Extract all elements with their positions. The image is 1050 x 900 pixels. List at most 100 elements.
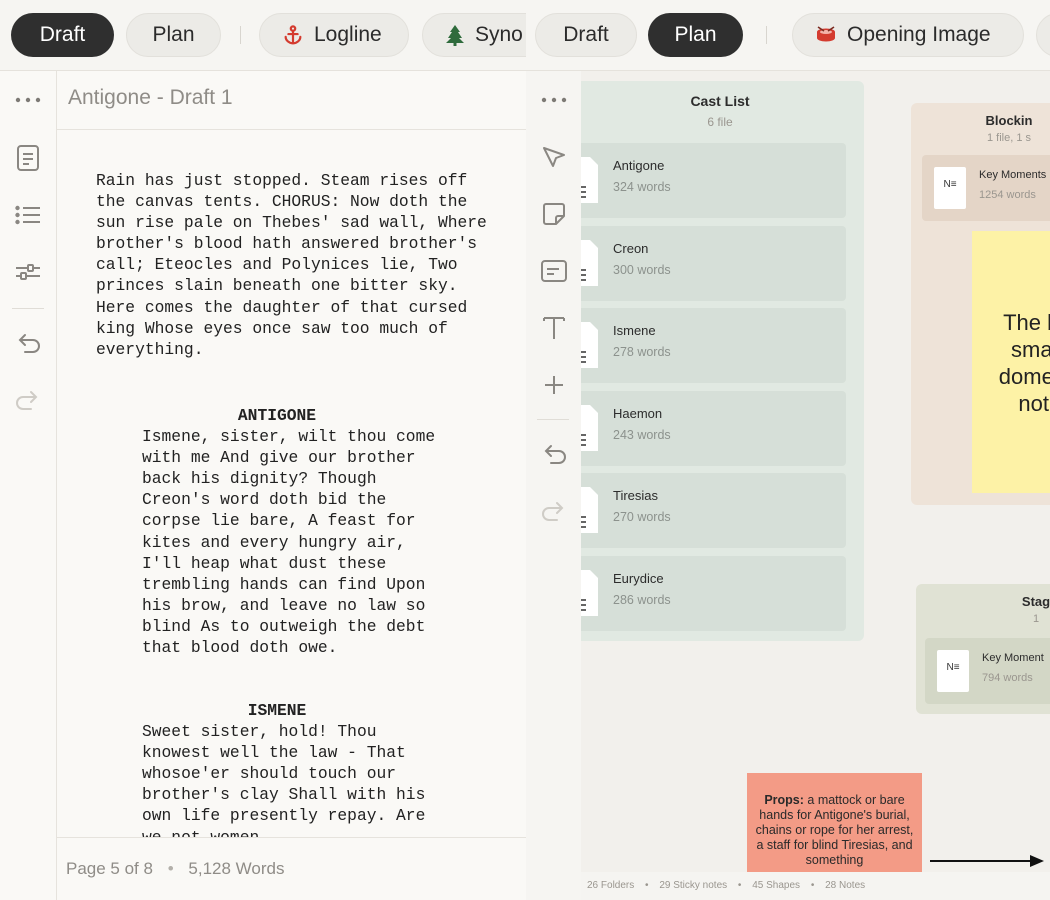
dialogue-text: Ismene, sister, wilt thou come with me A…	[142, 427, 436, 658]
tab-separator	[240, 26, 241, 44]
draft-sidebar	[0, 71, 57, 900]
tab-synopsis[interactable]: Syno	[422, 13, 526, 57]
tab-plan-label: Plan	[674, 23, 717, 46]
list-icon[interactable]	[0, 195, 56, 235]
sticky-count: 29 Sticky notes	[659, 880, 728, 891]
sidebar-divider	[12, 308, 44, 309]
folder-staging[interactable]: Stag 1 N≡ Key Moment 794 words	[916, 584, 1050, 714]
drum-icon	[815, 26, 837, 44]
more-icon[interactable]	[0, 80, 56, 120]
file-card[interactable]: Ismene 278 words	[581, 308, 846, 383]
redo-icon[interactable]	[0, 381, 56, 421]
folder-cast-list[interactable]: Cast List 6 file Antigone 324 words Creo…	[581, 81, 864, 641]
file-card[interactable]: Antigone 324 words	[581, 143, 846, 218]
tab-separator	[766, 26, 767, 44]
sticky-line: The burial	[1003, 310, 1050, 335]
file-word-count: 300 words	[613, 263, 671, 277]
folder-file-count: 1 file, 1 s	[986, 132, 1032, 144]
canvas-status-bar: 26 Folders • 29 Sticky notes • 45 Shapes…	[581, 872, 1050, 900]
tab-draft[interactable]: Draft	[11, 13, 114, 57]
file-card[interactable]: Tiresias 270 words	[581, 473, 846, 548]
dialogue-block[interactable]: ANTIGONE Ismene, sister, wilt thou come …	[142, 405, 442, 658]
tab-synopsis-label: Syno	[475, 23, 523, 46]
document-icon	[581, 405, 598, 456]
file-card[interactable]: Haemon 243 words	[581, 391, 846, 466]
tab-logline[interactable]: Logline	[259, 13, 409, 57]
file-card[interactable]: N≡ Key Moment 794 words	[925, 638, 1050, 704]
document-title[interactable]: Antigone - Draft 1	[68, 86, 233, 110]
dialogue-block[interactable]: ISMENE Sweet sister, hold! Thou knowest …	[142, 700, 442, 838]
file-card[interactable]: Eurydice 286 words	[581, 556, 846, 631]
file-name: Key Moment	[982, 652, 1044, 664]
canvas-toolbar	[526, 71, 582, 900]
redo-icon[interactable]	[526, 492, 581, 532]
pointer-icon[interactable]	[526, 138, 581, 178]
tab-logline-label: Logline	[314, 23, 382, 46]
folder-file-count: 6 file	[707, 115, 733, 129]
plan-canvas[interactable]: Cast List 6 file Antigone 324 words Creo…	[581, 71, 1050, 900]
tab-plan[interactable]: Plan	[126, 13, 221, 57]
word-count: 5,128 Words	[188, 859, 285, 878]
tree-icon	[445, 24, 465, 46]
document-icon[interactable]	[0, 138, 56, 178]
file-card[interactable]: Creon 300 words	[581, 226, 846, 301]
sticky-line: not cer	[1018, 391, 1050, 416]
file-name: Key Moments	[979, 169, 1047, 181]
document-icon	[581, 570, 598, 621]
draft-status-bar: Page 5 of 8 • 5,128 Words	[57, 837, 526, 900]
note-file-icon: N≡	[937, 650, 969, 692]
document-icon	[581, 322, 598, 373]
character-cue: ANTIGONE	[237, 406, 317, 425]
plan-pane: Draft Plan Opening Image Cast List 6 fil…	[526, 0, 1050, 900]
action-line[interactable]: Rain has just stopped. Steam rises off t…	[96, 170, 506, 360]
folder-title: Blockin	[985, 113, 1033, 128]
note-card-icon[interactable]	[526, 251, 581, 291]
toolbar-divider	[537, 419, 569, 420]
left-tab-bar: Draft Plan Logline Syno	[0, 0, 526, 71]
document-icon	[581, 487, 598, 538]
character-cue: ISMENE	[247, 701, 307, 720]
arrow-connector[interactable]	[930, 853, 1050, 869]
sticky-note-yellow[interactable]: The burial small an domestic b not cer	[972, 231, 1050, 493]
status-text: Page 5 of 8 • 5,128 Words	[66, 859, 285, 878]
file-word-count: 270 words	[613, 510, 671, 524]
script-editor[interactable]: Rain has just stopped. Steam rises off t…	[57, 130, 526, 838]
plus-icon[interactable]	[526, 365, 581, 405]
note-icon-letter: N	[946, 662, 954, 673]
more-icon[interactable]	[526, 80, 581, 120]
file-name: Ismene	[613, 323, 656, 338]
text-icon[interactable]	[526, 308, 581, 348]
sticky-note-props[interactable]: Props: a mattock or bare hands for Antig…	[747, 773, 922, 873]
file-card[interactable]: N≡ Key Moments 1254 words	[922, 155, 1050, 221]
tab-draft-label: Draft	[563, 23, 609, 46]
props-label: Props:	[764, 793, 804, 807]
file-name: Tiresias	[613, 488, 659, 503]
file-name: Antigone	[613, 158, 665, 173]
file-name: Haemon	[613, 406, 663, 421]
shape-count: 45 Shapes	[752, 880, 801, 891]
sliders-icon[interactable]	[0, 252, 56, 292]
draft-pane: Draft Plan Logline Syno Antigone - Draft…	[0, 0, 527, 900]
undo-icon[interactable]	[526, 435, 581, 475]
tab-draft[interactable]: Draft	[535, 13, 637, 57]
tab-next[interactable]	[1036, 13, 1050, 57]
file-word-count: 324 words	[613, 180, 671, 194]
tab-opening-image-label: Opening Image	[847, 23, 991, 46]
tab-opening-image[interactable]: Opening Image	[792, 13, 1024, 57]
note-count: 28 Notes	[825, 880, 866, 891]
page-indicator: Page 5 of 8	[66, 859, 153, 878]
undo-icon[interactable]	[0, 324, 56, 364]
document-icon	[581, 240, 598, 291]
folder-count: 26 Folders	[587, 880, 635, 891]
file-name: Creon	[613, 241, 649, 256]
sticky-line: domestic b	[998, 364, 1050, 389]
anchor-icon	[282, 24, 304, 46]
file-name: Eurydice	[613, 571, 664, 586]
tab-plan[interactable]: Plan	[648, 13, 743, 57]
right-tab-bar: Draft Plan Opening Image	[526, 0, 1050, 71]
note-file-icon: N≡	[934, 167, 966, 209]
dialogue-text: Sweet sister, hold! Thou knowest well th…	[142, 722, 426, 838]
note-icon-letter: N	[943, 179, 951, 190]
file-word-count: 794 words	[982, 672, 1033, 684]
sticky-note-icon[interactable]	[526, 194, 581, 234]
